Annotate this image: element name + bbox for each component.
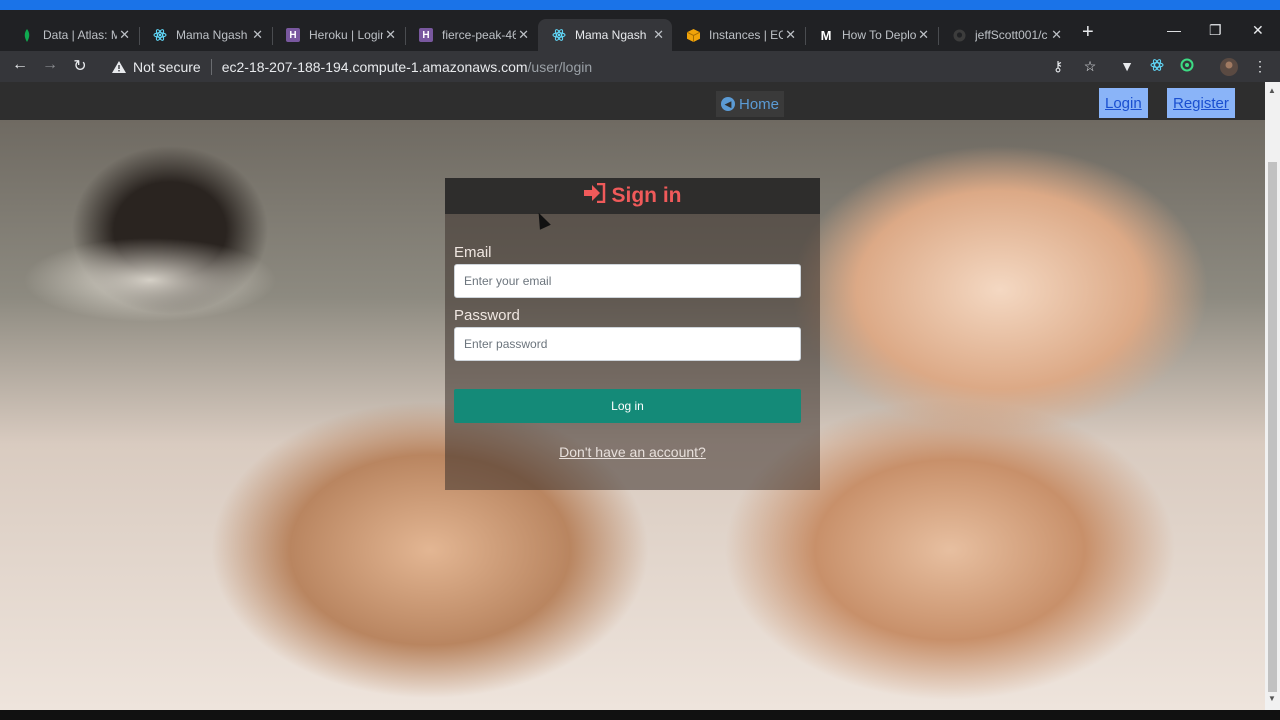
- tab-title: Data | Atlas: M: [43, 28, 117, 42]
- home-label: Home: [739, 95, 780, 113]
- signin-card: Sign in Email Password Log in Don't have…: [445, 178, 820, 490]
- password-field[interactable]: [454, 327, 801, 361]
- password-label: Password: [454, 307, 520, 324]
- sign-in-icon: [583, 182, 606, 209]
- signin-title: Sign in: [611, 184, 682, 207]
- tab-title: Instances | EC2: [709, 28, 783, 42]
- tab-how-to-deploy[interactable]: M How To Deplo ✕: [805, 19, 937, 51]
- warning-triangle-icon: [112, 60, 126, 73]
- react-icon: [153, 28, 167, 42]
- tab-ec2-instances[interactable]: Instances | EC2 ✕: [672, 19, 804, 51]
- react-icon: [552, 28, 566, 42]
- tab-mama-ngash[interactable]: Mama Ngash ✕: [139, 19, 271, 51]
- browser-toolbar: ← → ↻ Not secure ec2-18-207-188-194.comp…: [0, 51, 1280, 82]
- tab-mama-ngash-active[interactable]: Mama Ngash ✕: [538, 19, 672, 51]
- tab-title: How To Deplo: [842, 28, 916, 42]
- home-link[interactable]: ◀ Home: [716, 91, 785, 117]
- new-tab-button[interactable]: +: [1082, 21, 1094, 44]
- register-account-link[interactable]: Don't have an account?: [445, 444, 820, 460]
- tab-fierce-peak[interactable]: H fierce-peak-46 ✕: [405, 19, 537, 51]
- web-page: ◀ Home Login Register Sign in Email Pass…: [0, 82, 1265, 710]
- close-tab-icon[interactable]: ✕: [1051, 27, 1062, 43]
- extension-ring-icon[interactable]: [1178, 58, 1196, 75]
- url-divider: [210, 58, 212, 75]
- close-tab-icon[interactable]: ✕: [918, 27, 929, 43]
- chevron-left-circle-icon: ◀: [721, 97, 735, 111]
- menu-kebab-icon[interactable]: ⋮: [1251, 58, 1269, 75]
- restore-icon[interactable]: ❐: [1209, 22, 1222, 39]
- close-tab-icon[interactable]: ✕: [119, 27, 130, 43]
- back-arrow-icon[interactable]: ←: [10, 56, 30, 74]
- mongodb-leaf-icon: [20, 28, 34, 42]
- site-navbar: ◀ Home Login Register: [0, 82, 1265, 120]
- address-bar[interactable]: Not secure ec2-18-207-188-194.compute-1.…: [104, 52, 1074, 81]
- tab-github[interactable]: jeffScott001/c ✕: [938, 19, 1070, 51]
- vue-devtools-icon[interactable]: ▼: [1118, 58, 1136, 74]
- close-tab-icon[interactable]: ✕: [785, 27, 796, 43]
- scroll-thumb[interactable]: [1268, 162, 1277, 692]
- scroll-down-arrow-icon[interactable]: ▼: [1268, 694, 1276, 703]
- tab-title: Heroku | Login: [309, 28, 383, 42]
- heroku-icon: H: [419, 28, 433, 42]
- tab-heroku-login[interactable]: H Heroku | Login ✕: [272, 19, 404, 51]
- react-devtools-icon[interactable]: [1148, 58, 1166, 75]
- forward-arrow-icon[interactable]: →: [40, 56, 60, 74]
- reload-icon[interactable]: ↻: [70, 56, 90, 76]
- tab-title: Mama Ngash: [176, 28, 248, 42]
- close-tab-icon[interactable]: ✕: [518, 27, 529, 43]
- url-path: /user/login: [527, 58, 593, 75]
- close-window-icon[interactable]: ✕: [1252, 22, 1264, 39]
- star-bookmark-icon[interactable]: ☆: [1081, 58, 1099, 75]
- close-tab-icon[interactable]: ✕: [385, 27, 396, 43]
- tab-title: jeffScott001/c: [975, 28, 1048, 42]
- github-icon: [952, 28, 966, 42]
- tab-atlas[interactable]: Data | Atlas: M ✕: [6, 19, 138, 51]
- tab-title: Mama Ngash: [575, 28, 647, 42]
- aws-cube-icon: [686, 28, 700, 42]
- url-host: ec2-18-207-188-194.compute-1.amazonaws.c…: [221, 58, 528, 75]
- page-scrollbar[interactable]: ▲ ▼: [1265, 82, 1280, 710]
- log-in-button[interactable]: Log in: [454, 389, 801, 423]
- minimize-icon[interactable]: —: [1167, 22, 1181, 38]
- signin-header: Sign in: [445, 178, 820, 214]
- tab-title: fierce-peak-46: [442, 28, 516, 42]
- security-status-text[interactable]: Not secure: [133, 59, 201, 75]
- email-field[interactable]: [454, 264, 801, 298]
- register-link[interactable]: Register: [1167, 88, 1235, 118]
- close-tab-icon[interactable]: ✕: [653, 27, 664, 43]
- medium-icon: M: [820, 27, 832, 43]
- close-tab-icon[interactable]: ✕: [252, 27, 263, 43]
- bottom-edge: [0, 710, 1280, 720]
- heroku-icon: H: [286, 28, 300, 42]
- email-label: Email: [454, 244, 492, 261]
- scroll-up-arrow-icon[interactable]: ▲: [1268, 86, 1276, 95]
- browser-top-accent: [0, 0, 1280, 10]
- tab-strip: Data | Atlas: M ✕ Mama Ngash ✕ H Heroku …: [0, 10, 1280, 51]
- login-link[interactable]: Login: [1099, 88, 1148, 118]
- profile-avatar[interactable]: [1220, 58, 1238, 79]
- key-icon[interactable]: ⚷: [1049, 58, 1067, 75]
